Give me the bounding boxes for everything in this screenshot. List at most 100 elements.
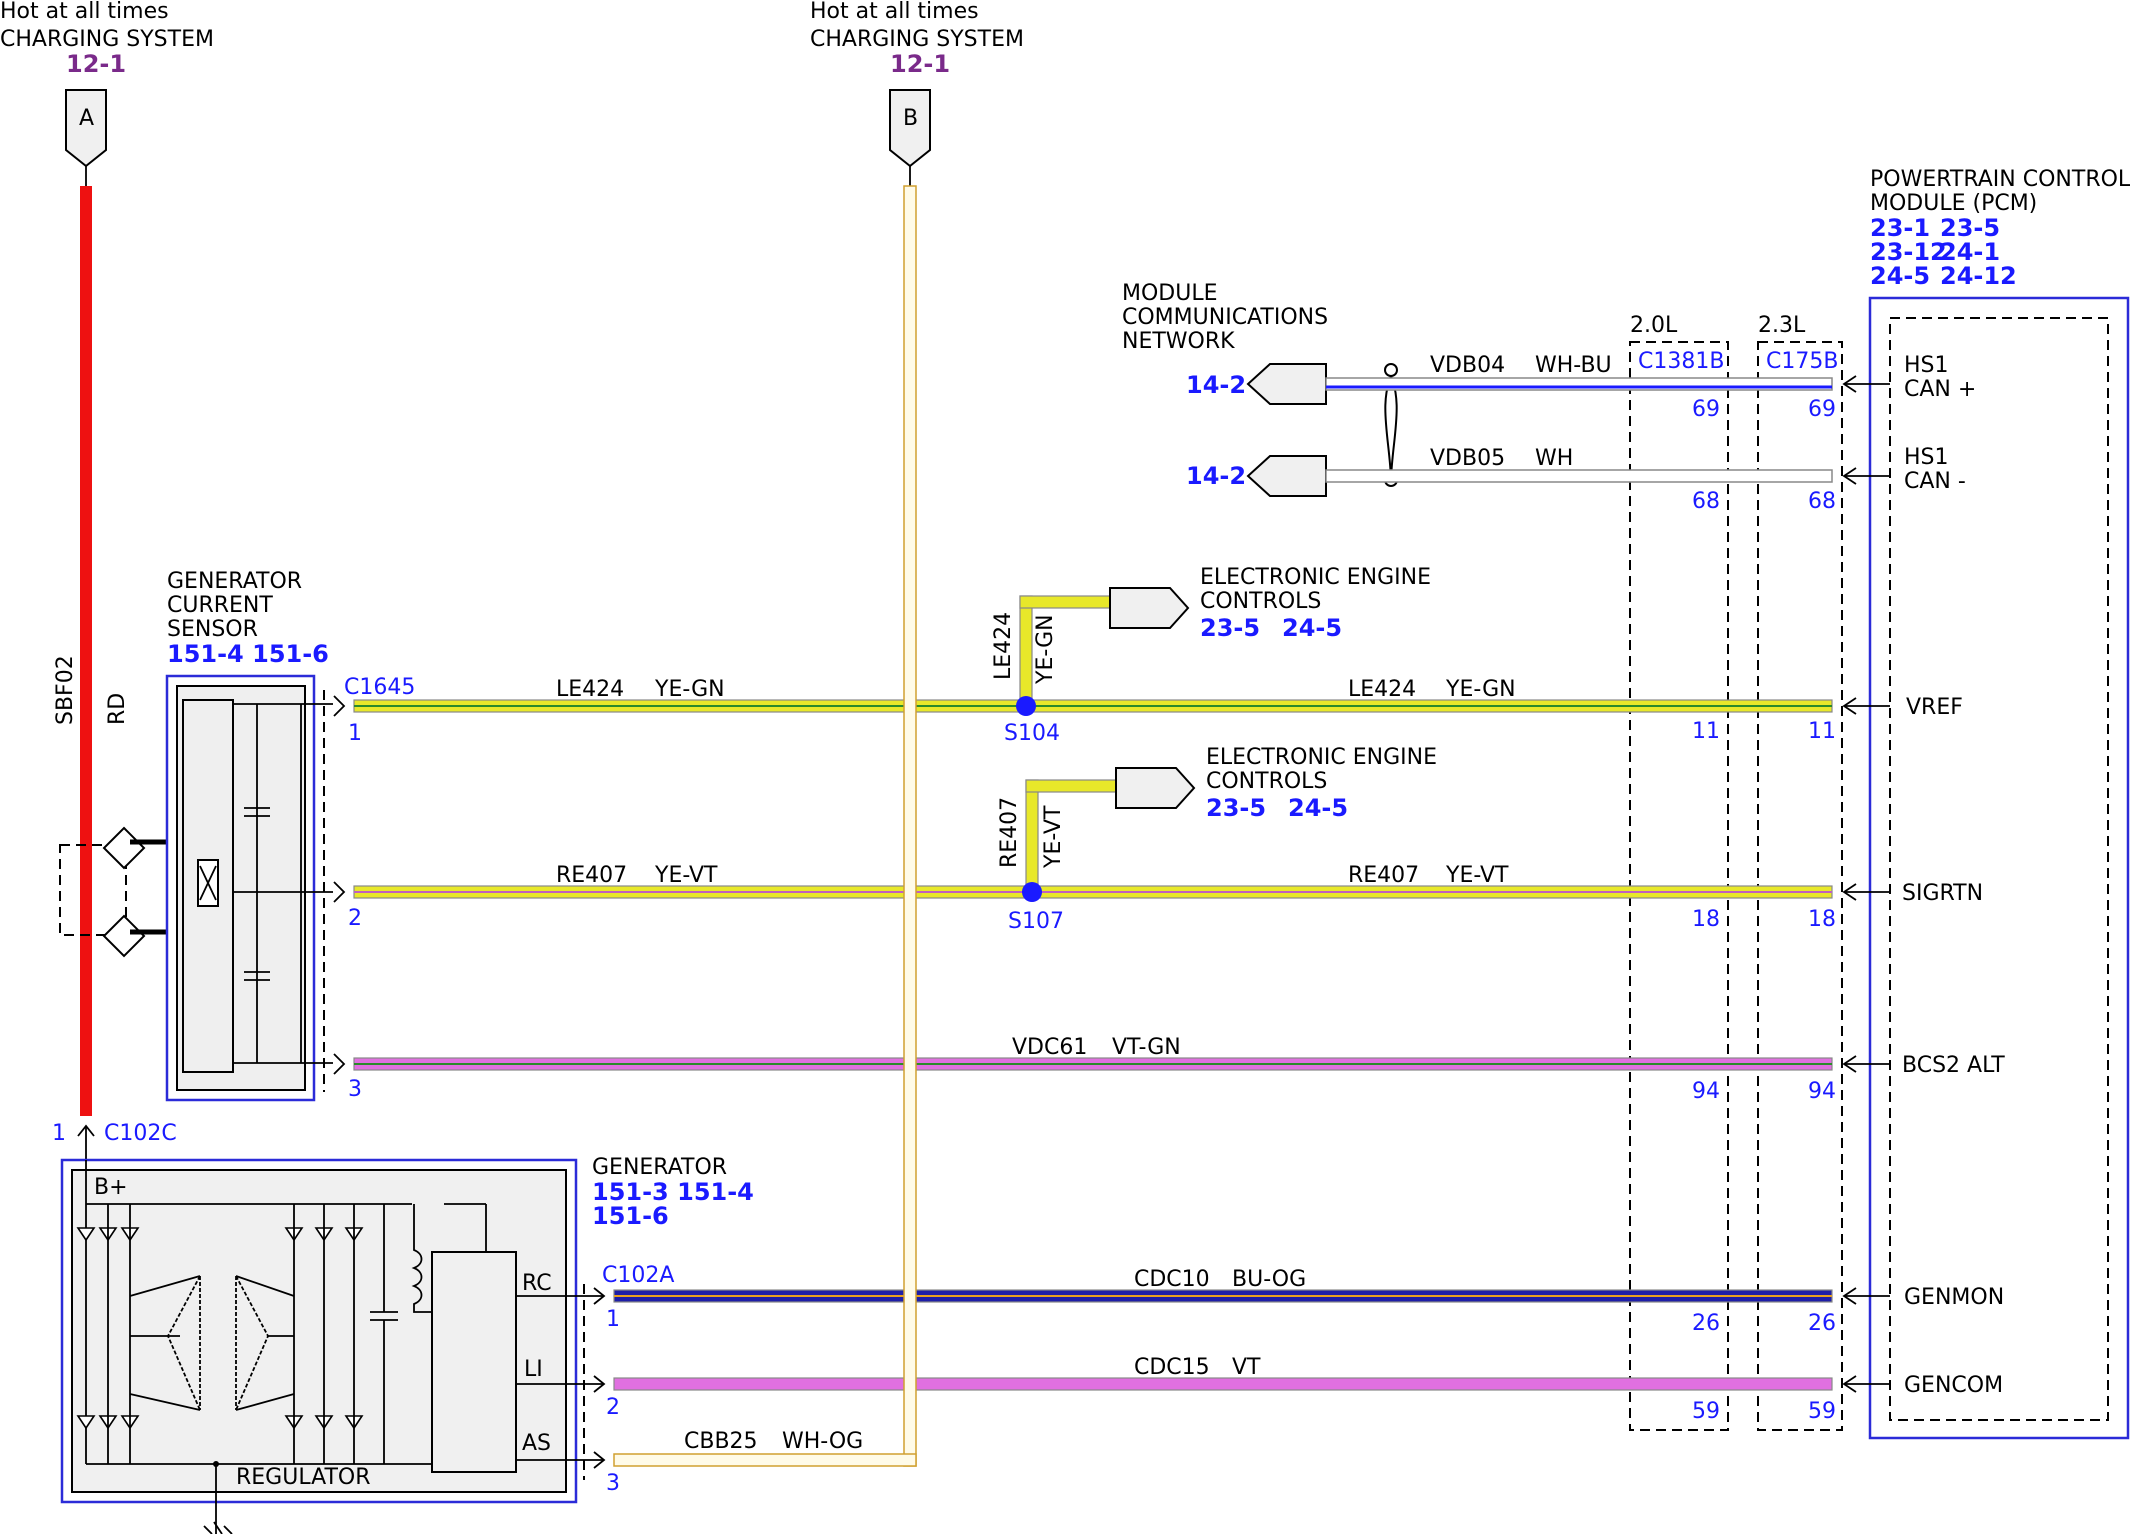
wire-le424-circuit-right: LE424 bbox=[1348, 677, 1416, 702]
wire-le424-color-right: YE-GN bbox=[1445, 677, 1516, 702]
wire-re407-color-left: YE-VT bbox=[654, 863, 718, 888]
wiring-diagram: Hot at all times CHARGING SYSTEM 12-1 A … bbox=[0, 0, 2130, 1534]
wire-vdb05-color: WH bbox=[1535, 446, 1573, 471]
wire-vdb04-color: WH-BU bbox=[1535, 353, 1612, 378]
wire-cdc15-color: VT bbox=[1232, 1355, 1261, 1380]
splice-s104-label: S104 bbox=[1004, 721, 1060, 746]
current-sensor-connector: C1645 bbox=[344, 675, 415, 700]
connector-a-ref[interactable]: 12-1 bbox=[66, 50, 126, 78]
wire-cbb25-gen-pin: 3 bbox=[606, 1471, 620, 1496]
network-label-2: COMMUNICATIONS bbox=[1122, 305, 1328, 330]
column-2-0l-label: 2.0L bbox=[1630, 313, 1678, 338]
wire-le424-pin-a: 11 bbox=[1692, 719, 1720, 744]
wire-le424-sensor-arrow bbox=[333, 695, 346, 717]
wire-re407-sensor-pin: 2 bbox=[348, 906, 362, 931]
current-sensor-refs[interactable]: 151-4 151-6 bbox=[167, 640, 329, 668]
twist-end-1 bbox=[1384, 363, 1398, 377]
network-connector-2 bbox=[1246, 455, 1327, 497]
connector-a-caption2: CHARGING SYSTEM bbox=[0, 27, 214, 52]
current-sensor-label-1: GENERATOR bbox=[167, 569, 302, 594]
wire-vdc61-pin-b: 94 bbox=[1808, 1079, 1836, 1104]
branch-le424-circuit: LE424 bbox=[991, 612, 1016, 680]
branch-re407-color: YE-VT bbox=[1041, 805, 1066, 869]
pcm-label-1: POWERTRAIN CONTROL bbox=[1870, 167, 2130, 192]
eec1-label-1: ELECTRONIC ENGINE bbox=[1200, 565, 1431, 590]
current-sensor-label-2: CURRENT bbox=[167, 593, 273, 618]
wire-cbb25-color: WH-OG bbox=[782, 1429, 863, 1454]
network-ref-2[interactable]: 14-2 bbox=[1186, 462, 1246, 490]
branch-re407-horizontal bbox=[1025, 779, 1117, 793]
pcm-pin-vref: VREF bbox=[1906, 695, 1963, 720]
pcm-pin-sigrtn: SIGRTN bbox=[1902, 881, 1983, 906]
connector-b-caption2: CHARGING SYSTEM bbox=[810, 27, 1024, 52]
pcm-pin-hs1-can-minus-1: HS1 bbox=[1904, 445, 1949, 470]
eec2-label-2: CONTROLS bbox=[1206, 769, 1327, 794]
pcm-ref-24-12[interactable]: 24-12 bbox=[1940, 262, 2017, 290]
wire-cdc15-pin-a: 59 bbox=[1692, 1399, 1720, 1424]
wire-re407: 2 RE407 YE-VT RE407 YE-VT 18 18 SIGRTN bbox=[333, 863, 1983, 932]
splice-s107-label: S107 bbox=[1008, 909, 1064, 934]
wire-cbb25-circuit: CBB25 bbox=[684, 1429, 758, 1454]
eec-branch-1: LE424 YE-GN ELECTRONIC ENGINE CONTROLS 2… bbox=[991, 565, 1431, 746]
network-ref-1[interactable]: 14-2 bbox=[1186, 371, 1246, 399]
wire-re407-pin-b: 18 bbox=[1808, 907, 1836, 932]
wire-vdc61-sensor-pin: 3 bbox=[348, 1077, 362, 1102]
wire-cdc15-circuit: CDC15 bbox=[1134, 1355, 1210, 1380]
power-wire-connector: C102C bbox=[104, 1121, 177, 1146]
regulator-label: REGULATOR bbox=[236, 1465, 370, 1490]
wire-vdc61-color: VT-GN bbox=[1112, 1035, 1181, 1060]
generator: GENERATOR 151-3 151-4 151-6 B+ REGULATOR… bbox=[60, 1155, 754, 1534]
eec2-ref-2[interactable]: 24-5 bbox=[1288, 794, 1348, 822]
wire-re407-circuit-left: RE407 bbox=[556, 863, 627, 888]
wire-vdb05-pin-b: 68 bbox=[1808, 489, 1836, 514]
splice-s107 bbox=[1022, 882, 1042, 902]
branch-re407-vertical bbox=[1025, 779, 1039, 893]
splice-s104 bbox=[1016, 696, 1036, 716]
wire-vdb05-insulation bbox=[1325, 469, 1833, 483]
ground-node bbox=[213, 1461, 219, 1467]
branch-le424-horizontal bbox=[1019, 595, 1111, 609]
eec1-ref-1[interactable]: 23-5 bbox=[1200, 614, 1260, 642]
wire-cdc10-color: BU-OG bbox=[1232, 1267, 1306, 1292]
eec1-label-2: CONTROLS bbox=[1200, 589, 1321, 614]
power-wire-circuit: SBF02 bbox=[53, 655, 78, 725]
eec-connector-2 bbox=[1115, 767, 1196, 809]
branch-re407-circuit: RE407 bbox=[997, 797, 1022, 868]
wire-cdc15-insulation bbox=[613, 1377, 1833, 1391]
connector-b-caption1: Hot at all times bbox=[810, 0, 979, 24]
wire-cbb25-horizontal bbox=[613, 1453, 917, 1467]
wire-re407-pin-a: 18 bbox=[1692, 907, 1720, 932]
pcm-pin-hs1-can-plus-1: HS1 bbox=[1904, 353, 1949, 378]
connector-a-letter: A bbox=[79, 106, 94, 131]
eec2-label-1: ELECTRONIC ENGINE bbox=[1206, 745, 1437, 770]
generator-terminal-as: AS bbox=[522, 1431, 551, 1456]
wire-vdc61-circuit: VDC61 bbox=[1012, 1035, 1087, 1060]
network-label-1: MODULE bbox=[1122, 281, 1218, 306]
wire-cdc10-pin-b: 26 bbox=[1808, 1311, 1836, 1336]
eec2-ref-1[interactable]: 23-5 bbox=[1206, 794, 1266, 822]
eec-branch-2: RE407 YE-VT ELECTRONIC ENGINE CONTROLS 2… bbox=[997, 745, 1437, 934]
eec1-ref-2[interactable]: 24-5 bbox=[1282, 614, 1342, 642]
wire-cdc15-pin-b: 59 bbox=[1808, 1399, 1836, 1424]
connector-b-ref[interactable]: 12-1 bbox=[890, 50, 950, 78]
network-label-3: NETWORK bbox=[1122, 329, 1235, 354]
wire-vdb04-pin-b: 69 bbox=[1808, 397, 1836, 422]
wire-vdb05-pin-a: 68 bbox=[1692, 489, 1720, 514]
pcm-ref-24-5[interactable]: 24-5 bbox=[1870, 262, 1930, 290]
pcm-pin-genmon: GENMON bbox=[1904, 1285, 2004, 1310]
connector-c175b: C175B bbox=[1766, 349, 1838, 374]
wire-le424: 1 LE424 YE-GN LE424 YE-GN 11 11 VREF bbox=[333, 677, 1963, 746]
power-wire-pin: 1 bbox=[52, 1121, 66, 1146]
connector-b: Hot at all times CHARGING SYSTEM 12-1 B bbox=[810, 0, 1024, 186]
pcm-pin-gencom: GENCOM bbox=[1904, 1373, 2003, 1398]
current-sensor-body bbox=[176, 685, 306, 1091]
wire-cdc15: CDC15 VT 59 59 GENCOM bbox=[613, 1355, 2003, 1424]
column-2-3l-label: 2.3L bbox=[1758, 313, 1806, 338]
generator-refs-2[interactable]: 151-6 bbox=[592, 1202, 669, 1230]
pickup-diamond-2 bbox=[102, 914, 146, 958]
wire-vdc61-sensor-arrow bbox=[333, 1053, 346, 1075]
generator-terminal-rc: RC bbox=[522, 1271, 552, 1296]
connector-a-caption1: Hot at all times bbox=[0, 0, 169, 24]
network-connector-1 bbox=[1246, 363, 1327, 405]
current-sensor-pickup bbox=[59, 826, 166, 958]
